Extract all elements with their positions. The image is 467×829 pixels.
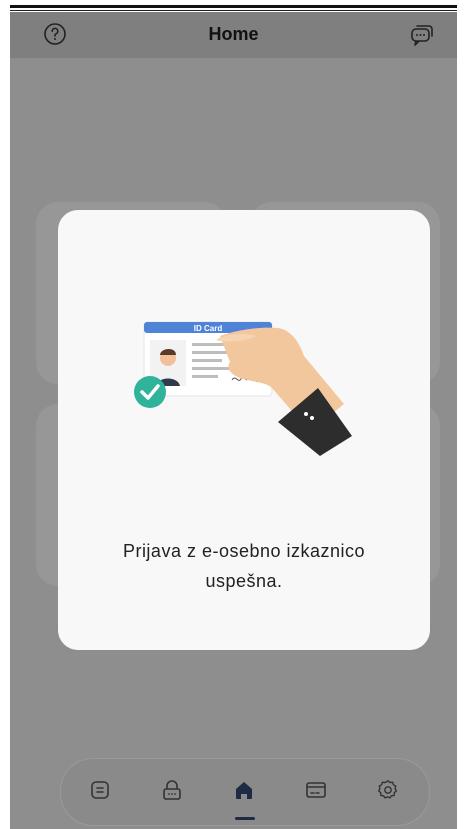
active-nav-indicator [235, 817, 255, 820]
nav-item-home[interactable] [229, 777, 259, 807]
success-message: Prijava z e-osebno izkaznico uspešna. [58, 536, 430, 596]
success-message-line1: Prijava z e-osebno izkaznico [122, 541, 366, 561]
nav-item-settings[interactable] [373, 777, 403, 807]
document-icon [89, 779, 111, 806]
app-header: Home [10, 12, 457, 58]
id-card-label: ID Card [194, 324, 223, 333]
lock-icon [160, 778, 184, 807]
nav-item-documents[interactable] [85, 777, 115, 807]
id-card-illustration: ID Card [128, 310, 368, 460]
success-message-line2: uspešna. [205, 571, 283, 591]
bottom-navigation [60, 758, 430, 826]
settings-icon [376, 778, 400, 807]
nav-item-cards[interactable] [301, 777, 331, 807]
right-margin [457, 0, 467, 829]
success-dialog: ID Card Prijava z e-osebno izkaznico usp… [58, 210, 430, 650]
left-margin [0, 0, 10, 829]
screen: Home ID Card Prijava z e-osebno izkaznic… [0, 0, 467, 829]
chat-bubbles-icon [409, 21, 435, 52]
nav-item-security[interactable] [157, 777, 187, 807]
card-icon [304, 778, 328, 807]
home-icon [232, 778, 256, 807]
page-title: Home [208, 24, 259, 44]
top-border-thin [0, 10, 467, 11]
app-window: Home ID Card Prijava z e-osebno izkaznic… [10, 12, 457, 829]
top-border [0, 5, 467, 8]
chat-button[interactable] [407, 21, 437, 51]
